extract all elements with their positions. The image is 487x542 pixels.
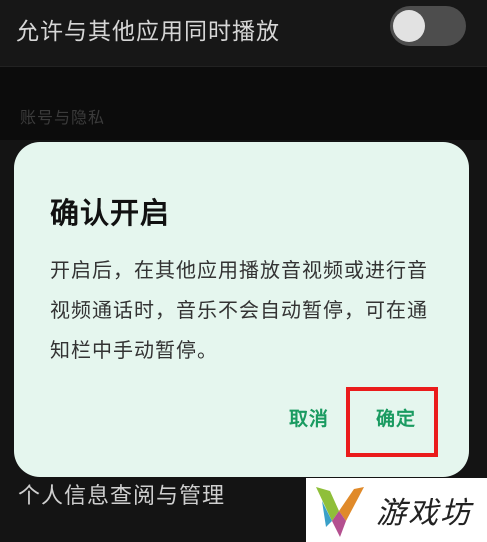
play-with-other-apps-toggle[interactable]: [390, 6, 466, 46]
highlight-annotation-box: [346, 387, 438, 457]
toggle-knob: [393, 10, 425, 42]
watermark: 游戏坊: [306, 478, 487, 542]
settings-row-play-with-other-apps[interactable]: 允许与其他应用同时播放: [0, 0, 487, 67]
dialog-title: 确认开启: [50, 196, 171, 230]
watermark-logo-icon: [316, 487, 364, 537]
settings-row-personal-info[interactable]: 个人信息查阅与管理: [18, 478, 225, 510]
section-header-account-privacy: 账号与隐私: [20, 108, 106, 127]
cancel-button[interactable]: 取消: [289, 404, 329, 431]
watermark-text: 游戏坊: [376, 496, 472, 531]
dialog-message: 开启后，在其他应用播放音视频或进行音视频通话时，音乐不会自动暂停，可在通知栏中手…: [50, 258, 428, 362]
settings-row-label: 允许与其他应用同时播放: [16, 19, 280, 45]
